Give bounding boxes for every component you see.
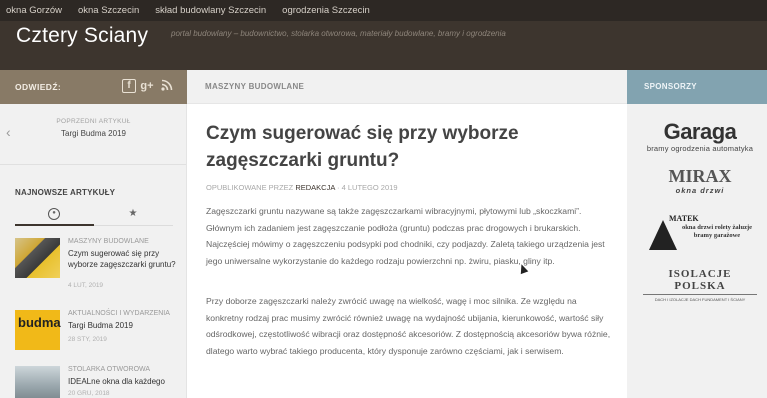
post-title[interactable]: IDEALne okna dla każdego xyxy=(68,376,176,387)
meta-date: · 4 LUTEGO 2019 xyxy=(337,183,398,192)
post-thumbnail[interactable] xyxy=(15,238,60,278)
meta-prefix: OPUBLIKOWANE PRZEZ xyxy=(206,183,294,192)
post-thumbnail[interactable]: budma xyxy=(15,310,61,350)
clock-icon[interactable]: ● xyxy=(48,208,60,220)
site-description: portal budowlany – budownictwo, stolarka… xyxy=(171,29,506,38)
left-sidebar: ‹ POPRZEDNI ARTYKUŁ Targi Budma 2019 NAJ… xyxy=(0,104,187,398)
sponsor-isolacje[interactable]: ISOLACJE POLSKA DACH I IZOLACJE DACH FUN… xyxy=(643,268,757,302)
post-title[interactable]: Targi Budma 2019 xyxy=(68,320,176,331)
topnav-link-okna-gorzow[interactable]: okna Gorzów xyxy=(6,5,62,16)
site-title[interactable]: Cztery Sciany xyxy=(16,24,148,48)
visit-label: ODWIEDŹ: xyxy=(15,82,62,92)
sponsor-name: MATEK xyxy=(669,214,699,223)
visit-bar: ODWIEDŹ: f g+ xyxy=(0,70,187,104)
sponsor-name: MIRAX xyxy=(668,166,732,186)
post-category[interactable]: STOLARKA OTWOROWA xyxy=(68,366,150,373)
facebook-icon[interactable]: f xyxy=(122,79,136,93)
newest-articles-heading: NAJNOWSZE ARTYKUŁY xyxy=(15,188,116,197)
divider xyxy=(0,164,186,165)
sponsors-heading: SPONSORZY xyxy=(644,82,697,91)
post-category[interactable]: AKTUALNOŚCI I WYDARZENIA xyxy=(68,310,170,317)
post-date: 20 GRU, 2018 xyxy=(68,390,110,397)
list-item[interactable]: budma AKTUALNOŚCI I WYDARZENIA Targi Bud… xyxy=(15,310,175,358)
sponsor-garaga[interactable]: Garaga bramy ogrodzenia automatyka xyxy=(643,119,757,154)
sponsor-name: Garaga xyxy=(663,119,737,144)
google-plus-icon[interactable]: g+ xyxy=(140,79,154,93)
previous-article-label: POPRZEDNI ARTYKUŁ xyxy=(56,118,131,125)
post-category[interactable]: MASZYNY BUDOWLANE xyxy=(68,238,149,245)
sponsors-bar: SPONSORZY xyxy=(627,70,767,104)
active-tab-indicator xyxy=(15,224,94,226)
sponsor-tagline: DACH I IZOLACJE DACH FUNDAMENT I ŚCIANY xyxy=(654,297,746,302)
site-header: Cztery Sciany portal budowlany – budowni… xyxy=(0,21,767,70)
rss-icon[interactable] xyxy=(160,79,174,93)
post-date: 4 LUT, 2019 xyxy=(68,282,104,289)
sponsor-matek[interactable]: MATEK okna drzwi rolety żaluzje bramy ga… xyxy=(643,214,757,258)
author-link[interactable]: REDAKCJA xyxy=(295,183,335,192)
category-label[interactable]: MASZYNY BUDOWLANE xyxy=(205,82,304,91)
list-item[interactable]: STOLARKA OTWOROWA IDEALne okna dla każde… xyxy=(15,366,175,398)
thumbnail-logo-text: budma xyxy=(18,315,61,330)
article-paragraph: Zagęszczarki gruntu nazywane są także za… xyxy=(206,206,605,266)
topnav-link-okna-szczecin[interactable]: okna Szczecin xyxy=(78,5,139,16)
sponsor-tagline: bramy ogrodzenia automatyka xyxy=(646,144,754,153)
post-date: 28 STY, 2019 xyxy=(68,336,107,343)
category-bar: MASZYNY BUDOWLANE xyxy=(187,70,627,104)
star-icon[interactable]: ★ xyxy=(127,208,139,220)
list-item[interactable]: MASZYNY BUDOWLANE Czym sugerować się prz… xyxy=(15,238,176,289)
post-thumbnail[interactable] xyxy=(15,366,60,398)
sponsor-name: ISOLACJE POLSKA xyxy=(643,268,757,295)
sponsor-mirax[interactable]: MIRAX okna drzwi xyxy=(643,166,757,195)
article-title: Czym sugerować się przy wyborze zagęszcz… xyxy=(206,123,519,171)
post-title[interactable]: Czym sugerować się przy wyborze zagęszcz… xyxy=(68,248,176,270)
triangle-logo-icon xyxy=(649,220,677,250)
article-paragraph: Przy doborze zagęszczarki należy zwrócić… xyxy=(206,296,611,356)
sponsor-tagline: okna drzwi rolety żaluzje bramy garażowe xyxy=(681,224,753,239)
previous-article-link[interactable]: Targi Budma 2019 xyxy=(0,129,187,138)
sponsor-tagline: okna drzwi xyxy=(675,186,725,195)
topnav-link-ogrodzenia[interactable]: ogrodzenia Szczecin xyxy=(282,5,370,16)
sidebar-tabs: ● ★ xyxy=(15,204,173,226)
topnav-link-sklad-budowlany[interactable]: skład budowlany Szczecin xyxy=(155,5,266,16)
main-content: Czym sugerować się przy wyborze zagęszcz… xyxy=(187,104,627,398)
top-navigation: okna Gorzów okna Szczecin skład budowlan… xyxy=(0,0,767,21)
article-meta: OPUBLIKOWANE PRZEZ REDAKCJA · 4 LUTEGO 2… xyxy=(206,183,398,192)
